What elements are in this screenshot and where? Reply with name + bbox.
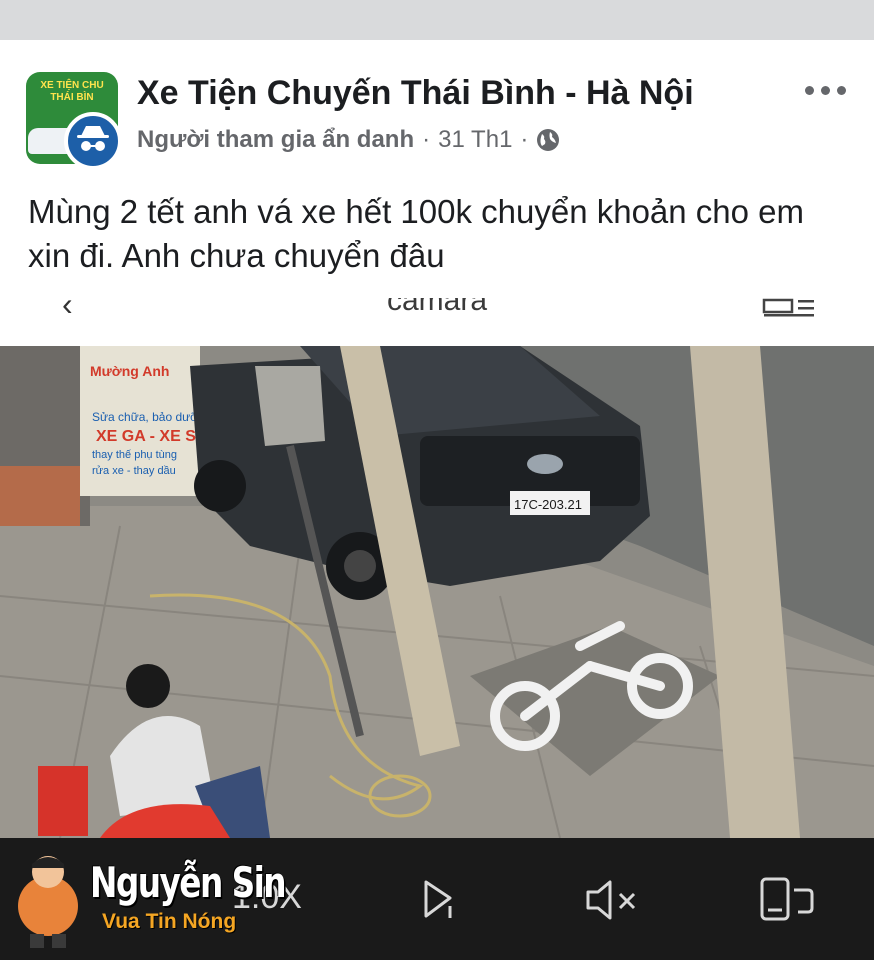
dot-icon [837, 85, 846, 95]
globe-icon [537, 129, 560, 151]
clip-icon[interactable] [420, 878, 460, 922]
watermark-tagline: Vua Tin Nóng [102, 910, 237, 933]
post-card: XE TIỆN CHU THÁI BÌN Xe Tiện Chuyến Thái… [0, 40, 874, 298]
watermark: Nguyễn Sin Vua Tin Nóng [10, 850, 310, 950]
group-title[interactable]: Xe Tiện Chuyến Thái Bình - Hà Nội [137, 74, 694, 113]
dot-icon [821, 85, 830, 95]
shop-sign-line: XE GA - XE S [96, 428, 196, 445]
shop-sign-title: Mường Anh [90, 363, 169, 379]
post-text: Mùng 2 tết anh vá xe hết 100k chuyển kho… [28, 193, 805, 274]
screenshot-icon[interactable] [758, 876, 816, 922]
playlist-icon[interactable] [760, 298, 820, 318]
camera-header: ‹ camara [0, 298, 874, 348]
avatar-banner-text: XE TIỆN CHU THÁI BÌN [40, 80, 104, 103]
meta-separator: · [520, 126, 529, 153]
post-date[interactable]: 31 Th1 [438, 126, 512, 154]
license-plate-text: 17C-203.21 [514, 497, 582, 512]
more-options-button[interactable] [805, 80, 851, 100]
shop-sign-line: thay thế phụ tùng [92, 449, 177, 461]
camera-video-frame[interactable]: Mường Anh Sửa chữa, bảo dưỡng XE GA - XE… [0, 346, 874, 838]
author-name[interactable]: Người tham gia ẩn danh [137, 126, 414, 154]
watermark-name: Nguyễn Sin [90, 858, 287, 907]
camera-title: camara [386, 298, 488, 317]
post-meta: Người tham gia ẩn danh · 31 Th1 · [137, 126, 560, 154]
dot-icon [805, 85, 814, 95]
meta-separator: · [422, 126, 431, 153]
anonymous-badge-icon [64, 112, 122, 170]
shop-sign-line: rửa xe - thay dầu [92, 465, 176, 477]
red-stool [38, 766, 88, 836]
mascot-icon [18, 856, 78, 948]
top-strip [0, 0, 874, 40]
mute-icon[interactable] [584, 878, 640, 922]
shop-sign-line: Sửa chữa, bảo dưỡng [92, 410, 211, 424]
camera-scene: Mường Anh Sửa chữa, bảo dưỡng XE GA - XE… [0, 346, 874, 838]
